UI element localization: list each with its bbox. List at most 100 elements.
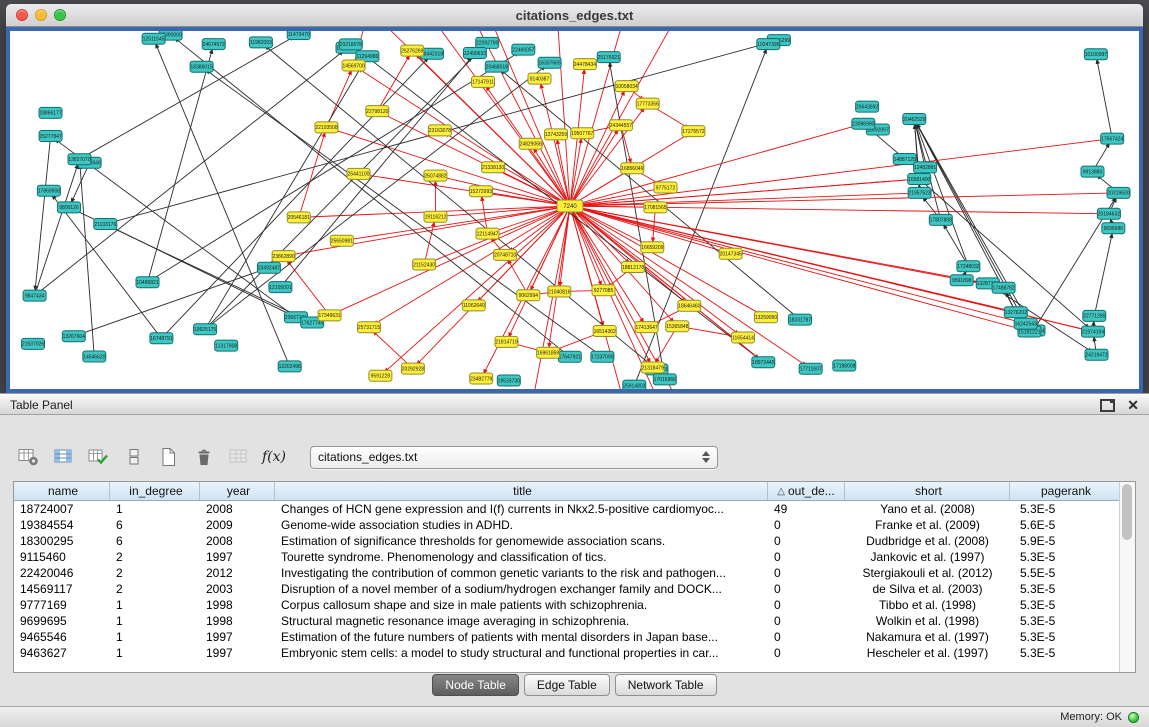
network-node[interactable]: 25277847 (39, 131, 62, 142)
network-node[interactable]: 17413647 (635, 322, 658, 333)
network-node[interactable]: 17567424 (1101, 133, 1124, 144)
network-node[interactable]: 12114947 (476, 228, 499, 239)
network-node[interactable]: 17188008 (833, 360, 856, 371)
network-node[interactable]: 16337665 (538, 57, 561, 68)
network-node[interactable]: 21318479 (641, 362, 664, 373)
network-node[interactable]: 18812178 (622, 262, 645, 273)
network-node[interactable]: 20546181 (287, 212, 310, 223)
tab-node-table[interactable]: Node Table (432, 674, 519, 696)
column-header-out-degree[interactable]: △out_de... (768, 482, 845, 501)
network-node[interactable]: 24829066 (519, 138, 542, 149)
table-row[interactable]: 946554611997Estimation of the future num… (14, 629, 1120, 645)
table-row[interactable]: 911546021997Tourette syndrome. Phenomeno… (14, 549, 1120, 565)
network-node[interactable]: 25276269 (401, 45, 424, 56)
network-node[interactable]: 13259090 (755, 312, 778, 323)
column-header-short[interactable]: short (845, 482, 1010, 501)
network-node[interactable]: 24344557 (609, 120, 632, 131)
network-node[interactable]: 25914803 (623, 380, 646, 389)
network-node[interactable]: 17237090 (591, 351, 614, 362)
edit-table-icon[interactable] (86, 444, 112, 470)
network-node[interactable]: 17275572 (682, 126, 705, 137)
network-node[interactable]: 22092799 (476, 37, 499, 48)
network-node[interactable]: 20292928 (401, 363, 424, 374)
network-node[interactable]: 12482881 (914, 162, 937, 173)
table-row[interactable]: 977716911998Corpus callosum shape and si… (14, 597, 1120, 613)
tab-network-table[interactable]: Network Table (615, 674, 717, 696)
network-node[interactable]: 18646460 (678, 300, 701, 311)
network-node[interactable]: 13743259 (545, 129, 568, 140)
network-node[interactable]: 11473470 (287, 31, 310, 40)
network-node[interactable]: 21814719 (495, 336, 518, 347)
network-node[interactable]: 9277085 (592, 285, 615, 296)
table-row[interactable]: 946362711997Embryonic stem cells: a mode… (14, 645, 1120, 661)
network-node[interactable]: 23482779 (470, 373, 493, 384)
network-node[interactable]: 12511545 (142, 33, 165, 44)
network-node[interactable]: 18973445 (752, 357, 775, 368)
network-node[interactable]: 10058034 (615, 81, 638, 92)
network-node[interactable]: 19507767 (571, 128, 594, 139)
network-node[interactable]: 9800126 (58, 202, 81, 213)
tab-edge-table[interactable]: Edge Table (524, 674, 610, 696)
network-node[interactable]: 17807808 (929, 214, 952, 225)
network-node[interactable]: 18386015 (190, 61, 213, 72)
network-node[interactable]: 17488782 (992, 282, 1015, 293)
network-node[interactable]: 17711607 (799, 363, 822, 374)
network-node[interactable]: 16514302 (593, 326, 616, 337)
network-node[interactable]: 9140387 (528, 73, 551, 84)
network-node[interactable]: 12490633 (463, 48, 486, 59)
table-settings-icon[interactable] (16, 444, 42, 470)
network-node[interactable]: 16659209 (641, 242, 664, 253)
network-node[interactable]: 10100987 (1084, 49, 1107, 60)
network-node[interactable]: 20184632 (1097, 208, 1120, 219)
network-node[interactable]: 20462529 (903, 114, 926, 125)
network-node[interactable]: 23492487 (257, 262, 280, 273)
network-node[interactable]: 16242543 (1014, 318, 1037, 329)
network-node[interactable]: 16748791 (150, 333, 173, 344)
network-node[interactable]: 17349631 (318, 310, 341, 321)
network-node[interactable]: 11317908 (215, 340, 238, 351)
table-row[interactable]: 1830029562008Estimation of significance … (14, 533, 1120, 549)
network-node[interactable]: 20748710 (494, 249, 517, 260)
network-node[interactable]: 14569700 (342, 60, 365, 71)
network-node[interactable]: 14546620 (83, 351, 106, 362)
network-node[interactable]: 16581400 (908, 174, 931, 185)
network-node[interactable]: 18866177 (39, 107, 62, 118)
network-node[interactable]: 9591228 (369, 370, 392, 381)
network-node[interactable]: 10486821 (136, 277, 159, 288)
network-node[interactable]: 12202496 (278, 361, 301, 372)
table-row[interactable]: 1456911722003Disruption of a novel membe… (14, 581, 1120, 597)
import-table-icon[interactable] (226, 444, 252, 470)
network-node[interactable]: 9696686 (1102, 223, 1125, 234)
network-node[interactable]: 20319500 (1107, 187, 1130, 198)
network-node[interactable]: 23163078 (428, 125, 451, 136)
network-node[interactable]: 22798120 (366, 106, 389, 117)
network-node[interactable]: 13827070 (68, 154, 91, 165)
network-node[interactable]: 25731715 (358, 322, 381, 333)
network-node[interactable]: 9847434 (23, 290, 46, 301)
network-node[interactable]: 19533730 (497, 375, 520, 386)
network-node[interactable]: 21957523 (908, 187, 931, 198)
scrollbar-thumb[interactable] (1122, 484, 1132, 540)
network-node[interactable]: 17869908 (37, 185, 60, 196)
column-header-title[interactable]: title (275, 482, 768, 501)
network-node[interactable]: 25176921 (597, 52, 620, 63)
network-node[interactable]: 21338130 (482, 162, 505, 173)
network-node[interactable]: 20147345 (719, 248, 742, 259)
row-mode-icon[interactable] (121, 444, 147, 470)
table-row[interactable]: 2242004622012Investigating the contribut… (14, 565, 1120, 581)
network-node[interactable]: 9775172 (654, 182, 677, 193)
network-node[interactable]: 12105001 (269, 282, 292, 293)
table-row[interactable]: 1938455462009Genome-wide association stu… (14, 517, 1120, 533)
network-node[interactable]: 17081565 (644, 202, 667, 213)
window-titlebar[interactable]: citations_edges.txt (6, 4, 1143, 27)
network-node[interactable]: 25441100 (347, 168, 370, 179)
network-node[interactable]: 14887125 (893, 154, 916, 165)
network-node[interactable]: 24319472 (1085, 349, 1108, 360)
network-node[interactable]: 13267604 (62, 331, 85, 342)
network-node[interactable]: 23096990 (852, 118, 875, 129)
column-header-year[interactable]: year (200, 482, 275, 501)
column-header-in-degree[interactable]: in_degree (110, 482, 200, 501)
network-node[interactable]: 25650981 (330, 235, 353, 246)
network-node[interactable]: 19925175 (194, 324, 217, 335)
network-node[interactable]: 21937026 (22, 338, 45, 349)
